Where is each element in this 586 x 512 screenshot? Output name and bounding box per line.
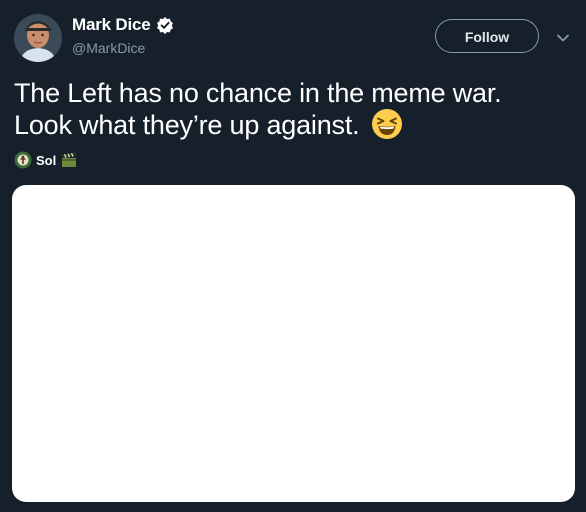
tweet-text: The Left has no chance in the meme war. … xyxy=(14,77,574,143)
wreath-emblem-icon xyxy=(14,151,32,169)
user-handle[interactable]: @MarkDice xyxy=(72,40,145,56)
tweet: Mark Dice @MarkDice Follow The Left has … xyxy=(0,0,586,512)
tweet-text-line-1: The Left has no chance in the meme war. xyxy=(14,78,502,108)
credit-row[interactable]: Sol xyxy=(14,150,78,170)
verified-badge-icon xyxy=(156,16,174,34)
tweet-text-line-2-text: Look what they’re up against. xyxy=(14,110,360,140)
display-name[interactable]: Mark Dice xyxy=(72,15,151,35)
follow-button[interactable]: Follow xyxy=(435,19,539,53)
name-row: Mark Dice xyxy=(72,14,174,36)
tweet-text-line-2: Look what they’re up against. xyxy=(14,108,574,143)
credit-name[interactable]: Sol xyxy=(36,153,56,168)
chevron-down-icon[interactable] xyxy=(554,29,572,47)
clapper-board-icon xyxy=(60,151,78,169)
media-image[interactable] xyxy=(12,185,575,502)
avatar[interactable] xyxy=(14,14,62,62)
grinning-squinting-face-icon xyxy=(371,108,403,140)
